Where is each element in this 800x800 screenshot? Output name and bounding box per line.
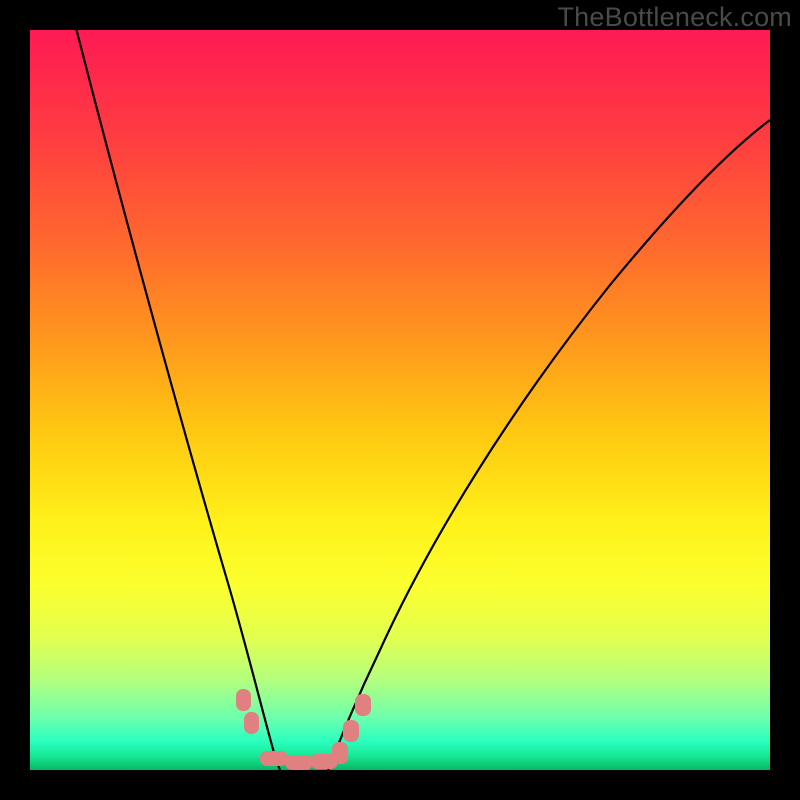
chart-frame: TheBottleneck.com bbox=[0, 0, 800, 800]
watermark-text: TheBottleneck.com bbox=[557, 2, 792, 33]
right-curve bbox=[328, 120, 770, 770]
left-curve bbox=[74, 30, 280, 770]
highlight-markers bbox=[236, 689, 371, 770]
curve-overlay bbox=[30, 30, 770, 770]
plot-area bbox=[30, 30, 770, 770]
